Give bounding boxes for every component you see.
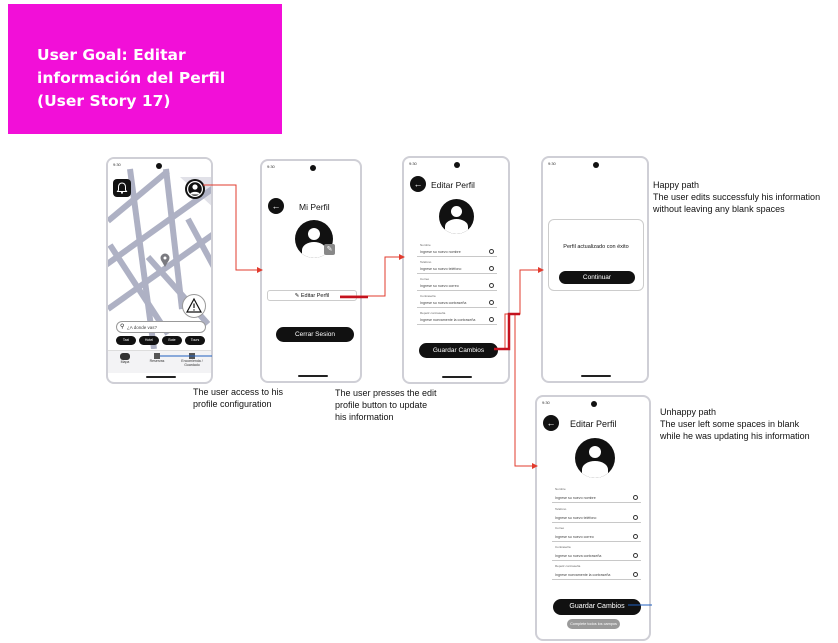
back-button[interactable]: ← bbox=[410, 176, 426, 192]
home-indicator bbox=[298, 375, 328, 377]
home-indicator bbox=[442, 376, 472, 378]
eye-icon[interactable] bbox=[489, 266, 494, 271]
error-toast: Complete todos los campos bbox=[567, 619, 620, 629]
name-field[interactable]: Nombre Ingrese su nuevo nombre bbox=[417, 243, 497, 257]
phone-success-screen: 9:30 Perfil actualizado con éxito Contin… bbox=[541, 156, 649, 383]
eye-icon[interactable] bbox=[633, 553, 638, 558]
bell-icon bbox=[116, 182, 128, 194]
back-arrow-icon: ← bbox=[546, 418, 556, 428]
phone-edit-screen: 9:30 ← Editar Perfil Nombre Ingrese su n… bbox=[402, 156, 510, 384]
phone-profile-screen: 9:30 ← Mi Perfil ✎ ✎ Editar Perfil Cerra… bbox=[260, 159, 362, 383]
chip-taxi[interactable]: Taxi bbox=[116, 336, 136, 345]
profile-photo bbox=[575, 438, 615, 478]
back-button[interactable]: ← bbox=[543, 415, 559, 431]
home-indicator bbox=[146, 376, 176, 378]
nav-reservas[interactable]: Reservas bbox=[146, 353, 168, 363]
page-title: Editar Perfil bbox=[570, 419, 617, 429]
notification-button[interactable] bbox=[113, 179, 131, 197]
annotation-step1: The user access to his profile configura… bbox=[193, 387, 284, 409]
back-arrow-icon: ← bbox=[271, 201, 281, 211]
home-indicator bbox=[581, 375, 611, 377]
logout-button[interactable]: Cerrar Sesion bbox=[276, 327, 354, 342]
back-arrow-icon: ← bbox=[413, 179, 423, 189]
eye-icon[interactable] bbox=[633, 515, 638, 520]
phone-map-screen: 9:30 ⚲ ¿A donde vas? Taxi Hotel Bote Tou… bbox=[106, 157, 213, 384]
eye-icon[interactable] bbox=[489, 249, 494, 254]
name-field[interactable]: Nombre Ingrese su nuevo nombre bbox=[552, 487, 641, 503]
save-changes-button[interactable]: Guardar Cambios bbox=[419, 343, 498, 358]
eye-icon[interactable] bbox=[489, 317, 494, 322]
edit-profile-label: ✎ Editar Perfil bbox=[294, 293, 330, 299]
user-goal-banner: User Goal: Editar información del Perfil… bbox=[8, 4, 282, 134]
back-button[interactable]: ← bbox=[268, 198, 284, 214]
phone-error-screen: 9:30 ← Editar Perfil Nombre Ingrese su n… bbox=[535, 395, 651, 641]
page-title: Editar Perfil bbox=[431, 180, 475, 190]
pencil-icon: ✎ bbox=[326, 246, 333, 253]
email-field[interactable]: Correo Ingrese su nuevo correo bbox=[552, 526, 641, 542]
camera-notch bbox=[591, 401, 597, 407]
edit-photo-button[interactable]: ✎ bbox=[324, 244, 335, 255]
email-field[interactable]: Correo Ingrese su nuevo correo bbox=[417, 277, 497, 291]
arrow-edit-to-error bbox=[514, 314, 538, 469]
phone-field[interactable]: Teléfono Ingrese su nuevo teléfono bbox=[417, 260, 497, 274]
status-time: 9:30 bbox=[267, 164, 275, 169]
camera-notch bbox=[454, 162, 460, 168]
annotation-unhappy-path: Unhappy path The user left some spaces i… bbox=[660, 407, 810, 441]
status-time: 9:30 bbox=[113, 162, 121, 167]
warning-button[interactable] bbox=[182, 294, 206, 318]
user-icon bbox=[187, 181, 203, 197]
continue-button[interactable]: Continuar bbox=[559, 271, 635, 284]
page-title: Mi Perfil bbox=[299, 202, 330, 212]
eye-icon[interactable] bbox=[489, 283, 494, 288]
eye-icon[interactable] bbox=[633, 534, 638, 539]
chip-bote[interactable]: Bote bbox=[162, 336, 182, 345]
save-changes-button[interactable]: Guardar Cambios bbox=[553, 599, 641, 615]
search-placeholder: ¿A donde vas? bbox=[127, 324, 158, 330]
camera-notch bbox=[593, 162, 599, 168]
nav-encomienda[interactable]: Encomienda / Guardado bbox=[174, 353, 210, 367]
repeat-password-field[interactable]: Repetir contraseña Ingrese nuevamente la… bbox=[552, 564, 641, 580]
status-time: 9:30 bbox=[542, 400, 550, 405]
chip-hotel[interactable]: Hotel bbox=[139, 336, 159, 345]
warning-icon bbox=[185, 297, 203, 313]
camera-notch bbox=[310, 165, 316, 171]
nav-map[interactable]: Mapa bbox=[114, 353, 136, 364]
edit-profile-button[interactable]: ✎ Editar Perfil bbox=[267, 290, 357, 301]
annotation-happy-path: Happy path The user edits successfuly hi… bbox=[653, 180, 821, 214]
camera-notch bbox=[156, 163, 162, 169]
status-time: 9:30 bbox=[548, 161, 556, 166]
password-field[interactable]: Contraseña Ingrese su nueva contraseña bbox=[552, 545, 641, 561]
success-dialog: Perfil actualizado con éxito Continuar bbox=[548, 219, 644, 291]
goal-title: User Goal: Editar información del Perfil… bbox=[37, 46, 226, 110]
profile-avatar-button[interactable] bbox=[185, 179, 205, 199]
search-bar[interactable]: ⚲ ¿A donde vas? bbox=[116, 321, 206, 333]
eye-icon[interactable] bbox=[633, 495, 638, 500]
success-message: Perfil actualizado con éxito bbox=[563, 244, 629, 250]
status-time: 9:30 bbox=[409, 161, 417, 166]
eye-icon[interactable] bbox=[489, 300, 494, 305]
password-field[interactable]: Contraseña Ingrese su nueva contraseña bbox=[417, 294, 497, 308]
repeat-password-field[interactable]: Repetir contraseña Ingrese nuevamente la… bbox=[417, 311, 497, 325]
search-icon: ⚲ bbox=[120, 324, 125, 330]
map-nav-icon bbox=[120, 353, 130, 360]
profile-photo bbox=[439, 199, 474, 234]
bottom-nav: Mapa Reservas Encomienda / Guardado bbox=[108, 350, 211, 373]
annotation-step2: The user presses the edit profile button… bbox=[335, 388, 437, 422]
phone-field[interactable]: Teléfono Ingrese su nuevo teléfono bbox=[552, 507, 641, 523]
chip-tours[interactable]: Tours bbox=[185, 336, 205, 345]
eye-icon[interactable] bbox=[633, 572, 638, 577]
